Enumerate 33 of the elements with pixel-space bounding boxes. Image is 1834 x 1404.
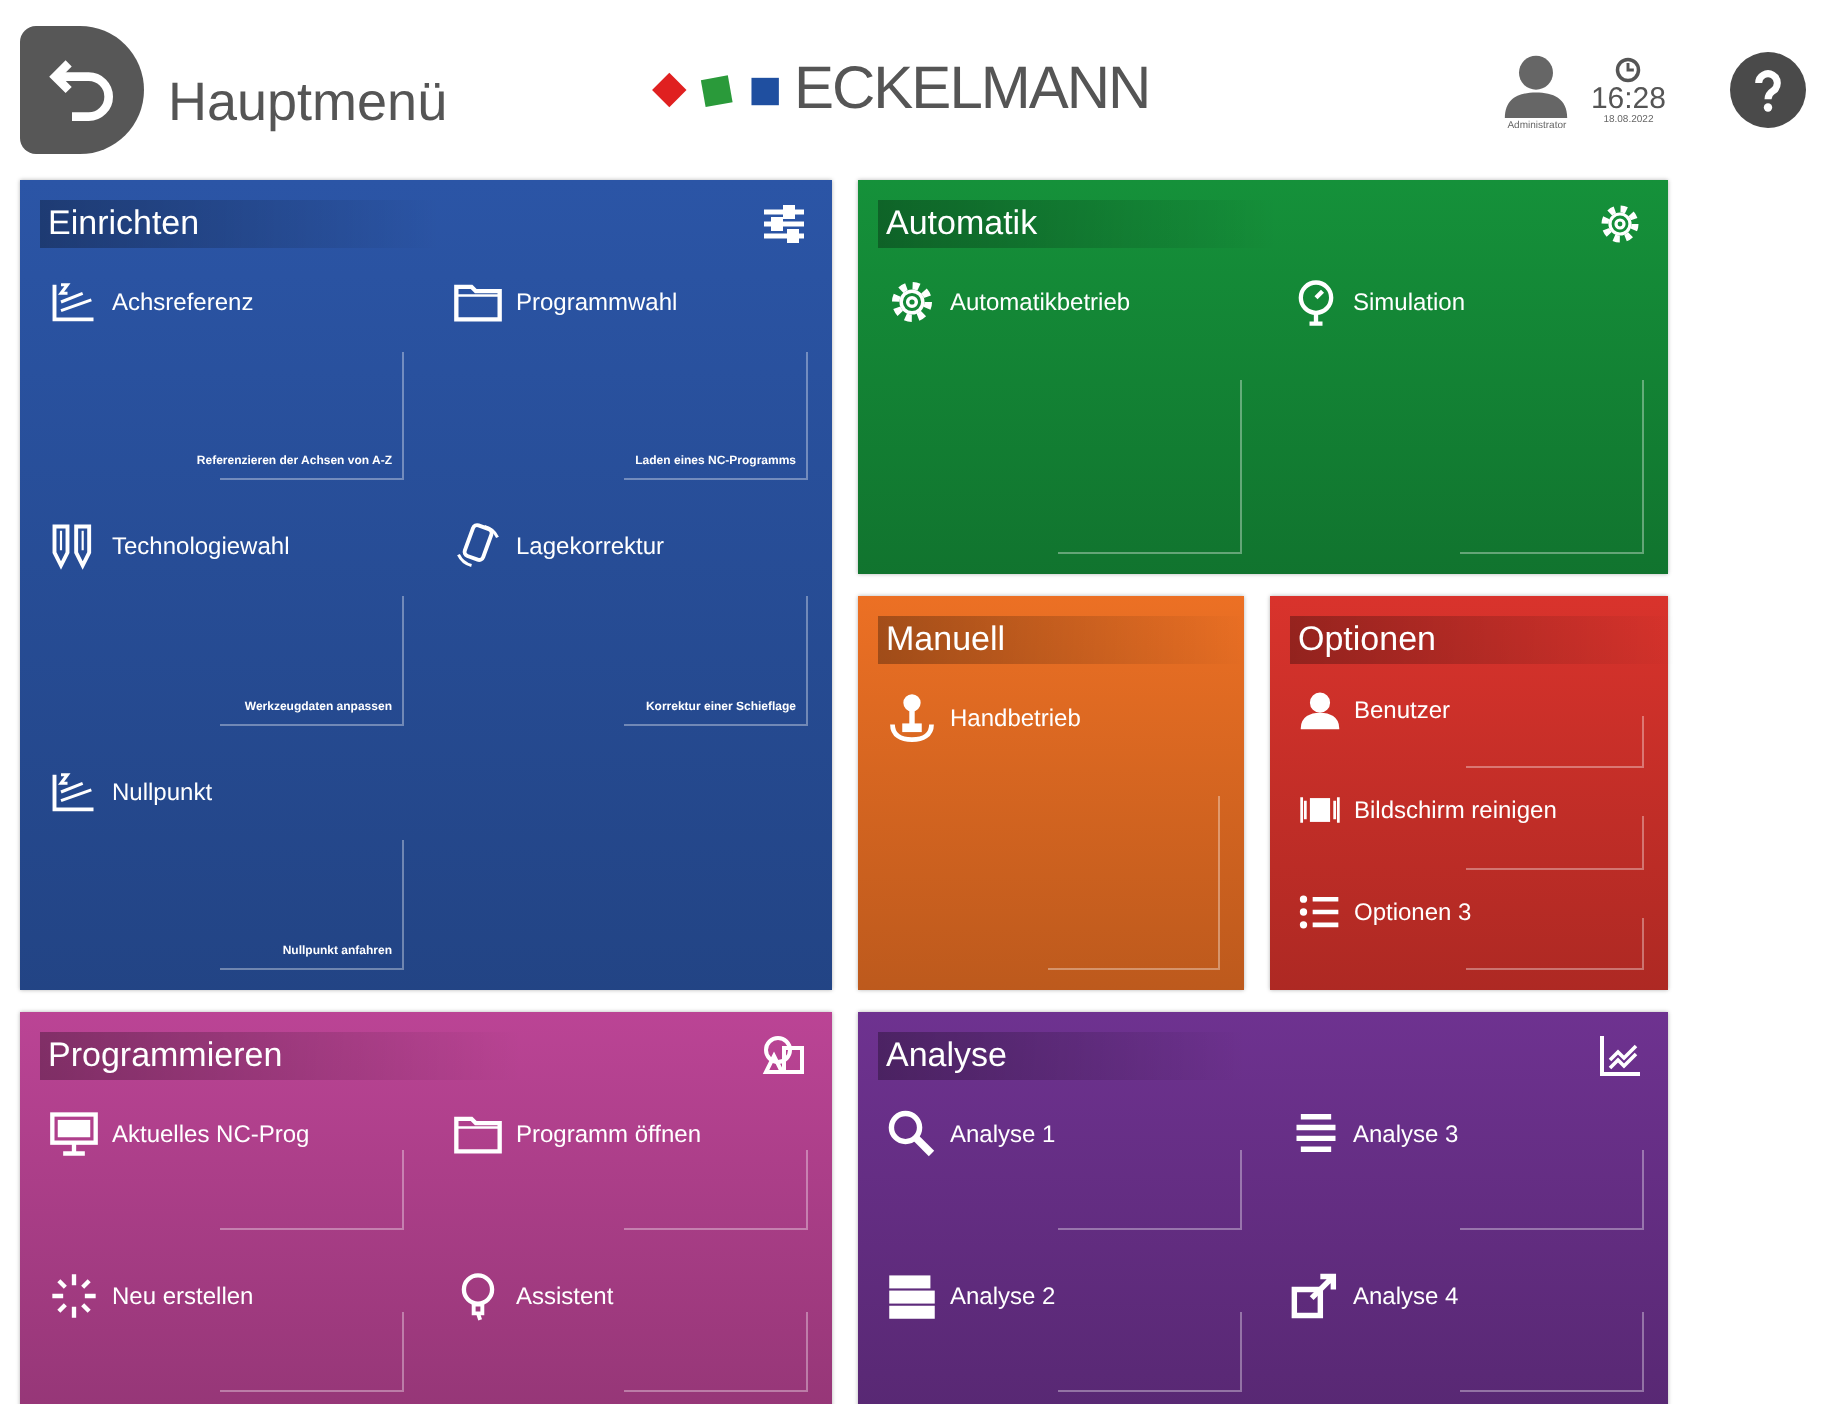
menu-item[interactable]: Bildschirm reinigen bbox=[1290, 784, 1644, 870]
page-title: Hauptmenü bbox=[168, 71, 450, 133]
search-icon bbox=[886, 1108, 938, 1160]
menu-item[interactable]: Simulation bbox=[1281, 268, 1644, 554]
tablet-icon bbox=[452, 520, 504, 573]
stack-icon bbox=[886, 1270, 938, 1322]
sliders-icon bbox=[760, 200, 808, 248]
menu-item[interactable]: Analyse 3 bbox=[1281, 1100, 1644, 1230]
help-button[interactable] bbox=[1730, 52, 1806, 128]
gear-icon bbox=[1596, 200, 1644, 248]
menu-item[interactable]: Handbetrieb bbox=[878, 684, 1220, 970]
brand-name: ECKELMANN bbox=[794, 56, 1150, 124]
shapes-icon bbox=[760, 1032, 808, 1080]
clock-icon bbox=[1614, 55, 1643, 83]
menu-item[interactable]: Benutzer bbox=[1290, 684, 1644, 769]
menu-item[interactable]: Analyse 1 bbox=[878, 1100, 1241, 1230]
back-button[interactable] bbox=[20, 26, 144, 154]
clock-time: 16:28 bbox=[1590, 83, 1666, 113]
menu-item[interactable]: Automatikbetrieb bbox=[878, 268, 1241, 554]
export-icon bbox=[1289, 1270, 1341, 1322]
menu-item[interactable]: Assistent bbox=[444, 1262, 808, 1392]
menu-item[interactable]: Programm öffnen bbox=[444, 1100, 808, 1230]
monitor-icon bbox=[48, 1108, 100, 1160]
user-icon bbox=[1298, 688, 1342, 732]
joystick-icon bbox=[886, 692, 938, 744]
menu-item[interactable]: Neu erstellen bbox=[40, 1262, 404, 1392]
chart-icon bbox=[1596, 1032, 1644, 1080]
menu-item[interactable]: Aktuelles NC-Prog bbox=[40, 1100, 404, 1230]
menu-item[interactable]: Analyse 4 bbox=[1281, 1262, 1644, 1392]
gear-icon bbox=[886, 276, 938, 328]
menu-item[interactable]: Optionen 3 bbox=[1290, 885, 1644, 970]
spinner-icon bbox=[48, 1270, 100, 1322]
menu-item[interactable]: Analyse 2 bbox=[878, 1262, 1241, 1392]
